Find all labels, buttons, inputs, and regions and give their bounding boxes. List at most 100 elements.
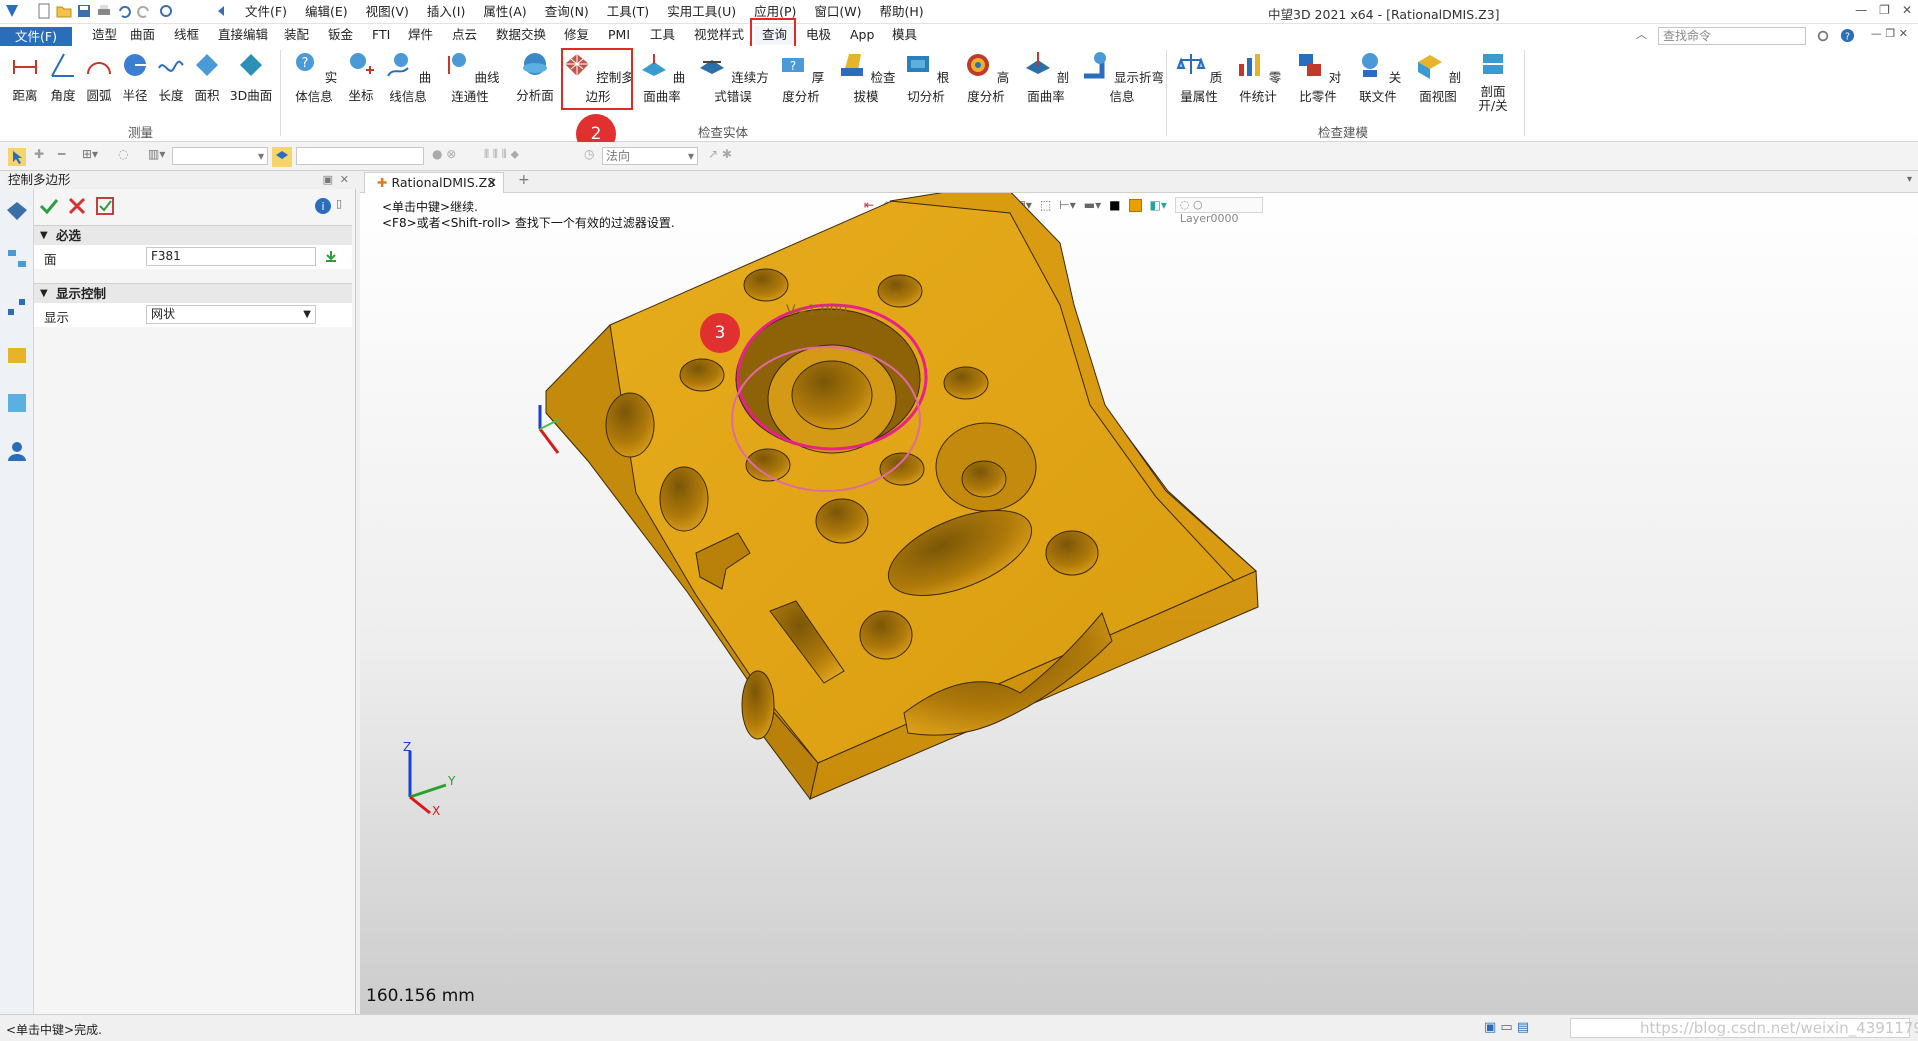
history-tree-icon[interactable] (5, 247, 29, 271)
crosshair-icon[interactable]: ✚ (34, 147, 44, 161)
entity-filter-select[interactable] (296, 147, 424, 165)
tab-list-icon[interactable]: ▾ (1907, 174, 1912, 185)
menu-help[interactable]: 帮助(H) (871, 4, 933, 20)
show-bend-info-button[interactable]: 显示折弯信息 (1080, 50, 1164, 105)
filter-select[interactable]: ▾ (172, 147, 268, 165)
continuity-error-button[interactable]: 连续方式错误 (694, 50, 772, 105)
tab-fti[interactable]: FTI (364, 26, 398, 45)
refresh-icon[interactable] (158, 3, 174, 19)
menu-attribute[interactable]: 属性(A) (474, 4, 535, 20)
assembly-tree-icon[interactable] (5, 295, 29, 319)
angle-button[interactable]: 角度 (46, 50, 80, 104)
menu-tools[interactable]: 工具(T) (598, 4, 658, 20)
display-section-header[interactable]: ▼ 显示控制 (34, 283, 352, 303)
add-filter-icon[interactable]: ⊞▾ (82, 147, 98, 161)
tab-repair[interactable]: 修复 (556, 26, 597, 45)
tab-pmi[interactable]: PMI (600, 26, 638, 45)
required-section-header[interactable]: ▼ 必选 (34, 225, 352, 245)
command-search-input[interactable]: 查找命令 (1658, 27, 1806, 45)
thickness-analysis-button[interactable]: ? 厚度分析 (774, 50, 828, 105)
print-icon[interactable] (96, 3, 112, 19)
status-view-icons[interactable]: ▣ ▭ ▤ (1484, 1020, 1529, 1035)
3d-viewport[interactable]: <单击中键>继续. <F8>或者<Shift-roll> 查找下一个有效的过滤器… (360, 193, 1918, 1014)
snap-icon[interactable]: ● ⊗ (432, 147, 456, 161)
part-filter-icon[interactable] (272, 147, 292, 167)
tab-wireframe[interactable]: 线框 (166, 26, 207, 45)
section-curvature-button[interactable]: 剖面曲率 (1018, 50, 1074, 105)
new-tab-icon[interactable]: + (518, 172, 530, 188)
menu-query[interactable]: 查询(N) (536, 4, 598, 20)
tab-weldment[interactable]: 焊件 (400, 26, 441, 45)
related-files-button[interactable]: 关联文件 (1350, 50, 1406, 105)
face-input[interactable]: F381 (146, 247, 316, 266)
minimize-icon[interactable]: — (1855, 3, 1867, 17)
menu-file[interactable]: 文件(F) (236, 4, 296, 20)
tab-modeling[interactable]: 造型 (84, 26, 125, 45)
display-select[interactable]: 网状 ▼ (146, 305, 316, 324)
restore-icon[interactable]: ❐ (1879, 3, 1890, 17)
pin-icon[interactable]: ▣ (323, 173, 333, 186)
tab-data-exchange[interactable]: 数据交换 (488, 26, 554, 45)
tab-sheet-metal[interactable]: 钣金 (320, 26, 361, 45)
tab-app[interactable]: App (842, 26, 882, 45)
document-tab[interactable]: ✚ RationalDMIS.Z3 ✕ (364, 172, 504, 193)
part-icon[interactable] (5, 343, 29, 367)
radius-button[interactable]: 半径 (118, 50, 152, 104)
distance-button[interactable]: 距离 (8, 50, 42, 104)
surface-curvature-button[interactable]: 曲面曲率 (636, 50, 688, 105)
minus-icon[interactable]: ━ (58, 147, 65, 161)
entity-info-button[interactable]: ? 实体信息 (288, 50, 340, 105)
collapse-ribbon-icon[interactable]: ︿ (1636, 26, 1647, 42)
close-panel-icon[interactable]: ✕ (340, 173, 349, 186)
pick-icons[interactable]: ↗ ✱ (708, 147, 732, 161)
menu-utilities[interactable]: 实用工具(U) (658, 4, 745, 20)
arc-button[interactable]: 圆弧 (82, 50, 116, 104)
draft-check-button[interactable]: 检查拔模 (836, 50, 896, 105)
help-icon[interactable]: ? (1840, 28, 1855, 43)
section-view-button[interactable]: 剖面视图 (1410, 50, 1466, 105)
ok-button[interactable] (38, 195, 60, 217)
close-tab-icon[interactable]: ✕ (487, 173, 497, 193)
height-analysis-button[interactable]: 高度分析 (958, 50, 1014, 105)
tab-assembly[interactable]: 装配 (276, 26, 317, 45)
area-button[interactable]: 面积 (190, 50, 224, 104)
mass-properties-button[interactable]: 质量属性 (1172, 50, 1226, 105)
user-icon[interactable] (5, 439, 29, 463)
undo-icon[interactable] (116, 3, 132, 19)
menu-view[interactable]: 视图(V) (357, 4, 418, 20)
pick-face-icon[interactable] (324, 249, 338, 263)
direction-select[interactable]: 法向 ▾ (602, 147, 698, 165)
select-arrow-icon[interactable] (8, 148, 26, 166)
curve-info-button[interactable]: 曲线信息 (382, 50, 434, 105)
panel-expand-icon[interactable]: ▯ (336, 197, 342, 210)
analyze-face-button[interactable]: 分析面 (512, 50, 558, 104)
tab-direct-edit[interactable]: 直接编辑 (210, 26, 276, 45)
cancel-button[interactable] (66, 195, 88, 217)
tab-electrode[interactable]: 电极 (798, 26, 839, 45)
image-icon[interactable] (5, 391, 29, 415)
coordinate-button[interactable]: 坐标 (344, 50, 378, 104)
apply-button[interactable] (94, 195, 116, 217)
gear-icon[interactable] (1816, 29, 1830, 43)
open-folder-icon[interactable] (56, 3, 72, 19)
tab-mold[interactable]: 模具 (884, 26, 925, 45)
redo-icon[interactable] (136, 3, 152, 19)
tab-point-cloud[interactable]: 点云 (444, 26, 485, 45)
save-icon[interactable] (76, 3, 92, 19)
section-toggle-button[interactable]: 剖面 开/关 (1468, 50, 1518, 113)
tab-surface[interactable]: 曲面 (122, 26, 163, 45)
tab-tools[interactable]: 工具 (642, 26, 683, 45)
lasso-icon[interactable]: ◌ (118, 147, 128, 161)
doc-window-controls[interactable]: — ❐ ✕ (1871, 27, 1908, 40)
3d-surface-button[interactable]: 3D曲面 (228, 50, 274, 104)
part-statistics-button[interactable]: 零件统计 (1230, 50, 1286, 105)
menu-edit[interactable]: 编辑(E) (296, 4, 357, 20)
back-arrow-icon[interactable] (214, 3, 230, 19)
part-model[interactable]: V=1.000 (360, 193, 1918, 1014)
filter-icon[interactable]: ▥▾ (148, 147, 165, 161)
control-polygon-tool-icon[interactable] (5, 199, 29, 223)
tab-visual-style[interactable]: 视觉样式 (686, 26, 752, 45)
new-file-icon[interactable] (36, 3, 52, 19)
compare-parts-button[interactable]: 对比零件 (1290, 50, 1346, 105)
menu-window[interactable]: 窗口(W) (805, 4, 870, 20)
